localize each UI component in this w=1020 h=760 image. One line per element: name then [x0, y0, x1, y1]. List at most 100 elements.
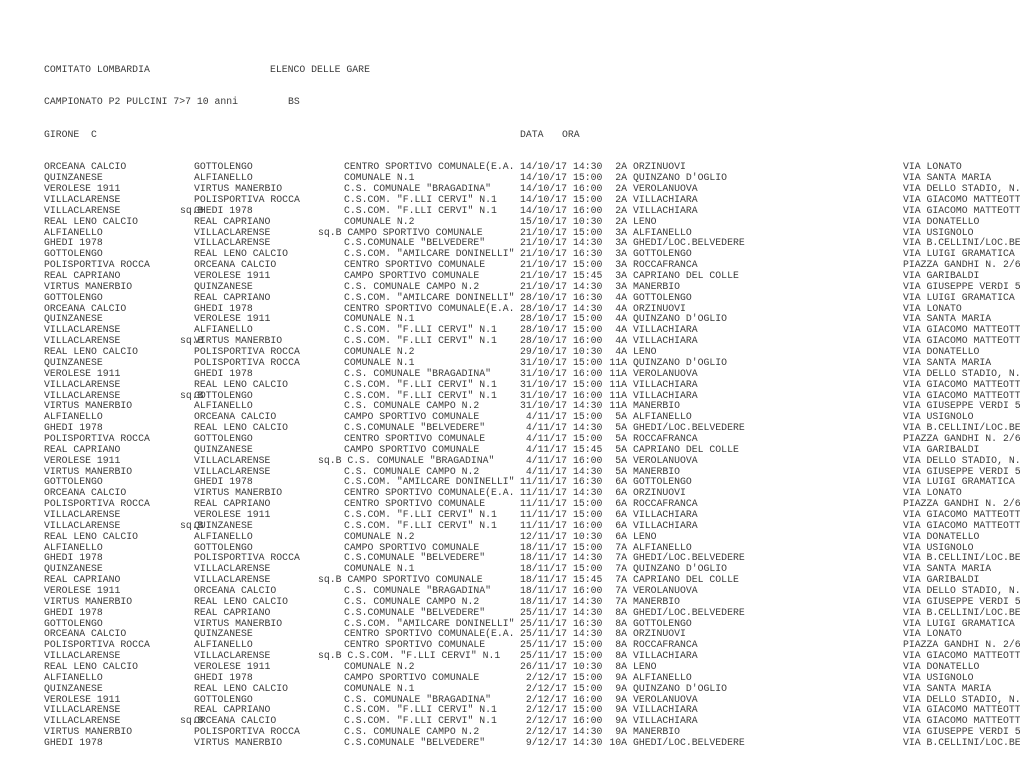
address: VIA DELLO STADIO, N.8	[903, 367, 1020, 379]
away-team: VIRTUS MANERBIO	[194, 737, 283, 748]
round: 6A	[615, 530, 627, 542]
address: VIA DONATELLO	[903, 530, 980, 542]
away-squad: sq.B	[318, 454, 342, 466]
round: 9A	[615, 682, 627, 694]
match-time: 14:30	[573, 737, 603, 748]
away-team: ORCEANA CALCIO	[194, 715, 277, 727]
town: VILLACHIARA	[633, 715, 698, 727]
town: VEROLANUOVA	[633, 454, 698, 466]
away-squad: sq.B	[318, 226, 342, 238]
town: QUINZANO D'OGLIO	[633, 682, 728, 694]
home-squad: sq.B	[180, 715, 204, 727]
document-title: ELENCO DELLE GARE	[270, 63, 370, 75]
round: 9A	[615, 726, 627, 738]
match-date: 9/12/17	[525, 737, 567, 748]
championship-name: CAMPIONATO P2 PULCINI 7>7 10 anni	[44, 96, 239, 108]
home-team: REAL LENO CALCIO	[44, 215, 139, 227]
match-date: 25/11/17	[520, 606, 568, 618]
town: GHEDI/LOC.BELVEDERE	[633, 737, 745, 748]
home-squad: sq.B	[180, 389, 204, 401]
home-squad: sq.B	[180, 335, 204, 347]
address: VIA GIACOMO MATTEOTTI	[903, 378, 1020, 390]
table-row: GOTTOLENGO REAL CAPRIANO C.S.COM. "AMILCAR…	[44, 291, 1020, 304]
match-time: 15:00	[573, 378, 603, 390]
match-date: 2/12/17	[525, 682, 567, 694]
town: VILLACHIARA	[633, 378, 698, 390]
home-team: QUINZANESE	[44, 682, 103, 694]
match-date: 4/11/17	[525, 454, 567, 466]
table-row: VILLACLARENSE sq.BORCEANA CALCIO C.S.COM. …	[44, 715, 1020, 727]
match-rows: ORCEANA CALCIO GOTTOLENGO CENTRO SPORTIVO …	[44, 162, 1020, 748]
match-time: 16:00	[573, 454, 603, 466]
away-team: REAL LENO CALCIO	[194, 682, 289, 694]
venue: C.S. COMUNALE CAMPO N.2	[344, 726, 480, 738]
town: LENO	[633, 215, 657, 227]
town: VILLACHIARA	[633, 650, 698, 662]
table-row: VILLACLARENSE REAL LENO CALCIO C.S.COM. "F…	[44, 378, 1020, 391]
address: VIA DONATELLO	[903, 215, 980, 227]
header-line-1: COMITATO LOMBARDIA ELENCO DELLE GARE	[44, 63, 1020, 76]
venue: C.S.COM. "F.LLI CERVI" N.1	[347, 650, 501, 662]
away-team: REAL LENO CALCIO	[194, 378, 289, 390]
match-time: 14:30	[573, 606, 603, 618]
venue: C.S.COMUNALE "BELVEDERE"	[344, 737, 486, 748]
match-time: 10:30	[573, 530, 603, 542]
table-row: REAL LENO CALCIO ALFIANELLO COMUNALE N.2 12…	[44, 530, 1020, 543]
round: 5A	[615, 454, 627, 466]
match-date: 31/10/17	[520, 367, 568, 379]
round: 8A	[615, 606, 627, 618]
match-time: 16:00	[573, 715, 603, 727]
home-team: REAL LENO CALCIO	[44, 530, 139, 542]
address: VIA GIUSEPPE VERDI 50	[903, 726, 1020, 738]
venue: C.S.COMUNALE "BELVEDERE"	[344, 606, 486, 618]
match-time: 14:30	[573, 726, 603, 738]
venue: COMUNALE N.2	[344, 530, 415, 542]
away-team: GHEDI 1978	[194, 367, 253, 379]
venue: C.S. COMUNALE "BRAGADINA"	[344, 367, 491, 379]
header-line-2: CAMPIONATO P2 PULCINI 7>7 10 anni BS	[44, 96, 1020, 108]
venue: C.S.COM. "F.LLI CERVI" N.1	[344, 378, 497, 390]
table-row: VIRTUS MANERBIO POLISPORTIVA ROCCA C.S. CO…	[44, 726, 1020, 738]
venue: CAMPO SPORTIVO COMUNALE	[347, 226, 483, 238]
match-date: 28/10/17	[520, 291, 568, 303]
committee-name: COMITATO LOMBARDIA	[44, 63, 150, 75]
address: VIA B.CELLINI/LOC.BELVEDERE	[903, 737, 1020, 748]
round: 2A	[615, 215, 627, 227]
match-date: 12/11/17	[520, 530, 568, 542]
home-team: VIRTUS MANERBIO	[44, 726, 133, 738]
address: VIA B.CELLINI/LOC.BELVEDERE	[903, 606, 1020, 618]
table-row: QUINZANESE REAL LENO CALCIO COMUNALE N.1 2/…	[44, 682, 1020, 695]
home-squad: sq.B	[180, 519, 204, 531]
town: VEROLANUOVA	[633, 367, 698, 379]
home-team: VILLACLARENSE	[44, 715, 121, 727]
town: MANERBIO	[633, 726, 681, 738]
group-name: GIRONE C	[44, 128, 97, 140]
header-line-3: GIRONE C DATA ORA	[44, 128, 1020, 141]
match-date: 15/10/17	[520, 215, 568, 227]
match-time: 16:00	[573, 367, 603, 379]
column-header-date: DATA	[520, 128, 544, 140]
table-row: GHEDI 1978 REAL CAPRIANO C.S.COMUNALE "BEL…	[44, 606, 1020, 619]
table-row: GHEDI 1978 VIRTUS MANERBIO C.S.COMUNALE "B…	[44, 737, 1020, 749]
venue: CAMPO SPORTIVO COMUNALE	[347, 574, 483, 586]
address: VIA DELLO STADIO, N.8	[903, 454, 1020, 466]
table-row: VEROLESE 1911 VILLACLARENSE sq.B C.S. COMU…	[44, 454, 1020, 467]
match-date: 2/12/17	[525, 715, 567, 727]
match-time: 16:30	[573, 291, 603, 303]
match-date: 31/10/17	[520, 378, 568, 390]
town: GOTTOLENGO	[633, 291, 692, 303]
match-time: 10:30	[573, 215, 603, 227]
address: VIA LUIGI GRAMATICA	[903, 291, 1015, 303]
round: 10A	[609, 737, 627, 748]
away-squad: sq.B	[318, 574, 342, 586]
home-team: GHEDI 1978	[44, 606, 103, 618]
match-date: 2/12/17	[525, 726, 567, 738]
away-team: POLISPORTIVA ROCCA	[194, 726, 300, 738]
away-team: REAL CAPRIANO	[194, 291, 271, 303]
town: VILLACHIARA	[633, 519, 698, 531]
town: LENO	[633, 530, 657, 542]
round: 11A	[609, 378, 627, 390]
home-team: VEROLESE 1911	[44, 454, 121, 466]
home-team: GHEDI 1978	[44, 737, 103, 748]
address: VIA GIACOMO MATTEOTTI	[903, 715, 1020, 727]
